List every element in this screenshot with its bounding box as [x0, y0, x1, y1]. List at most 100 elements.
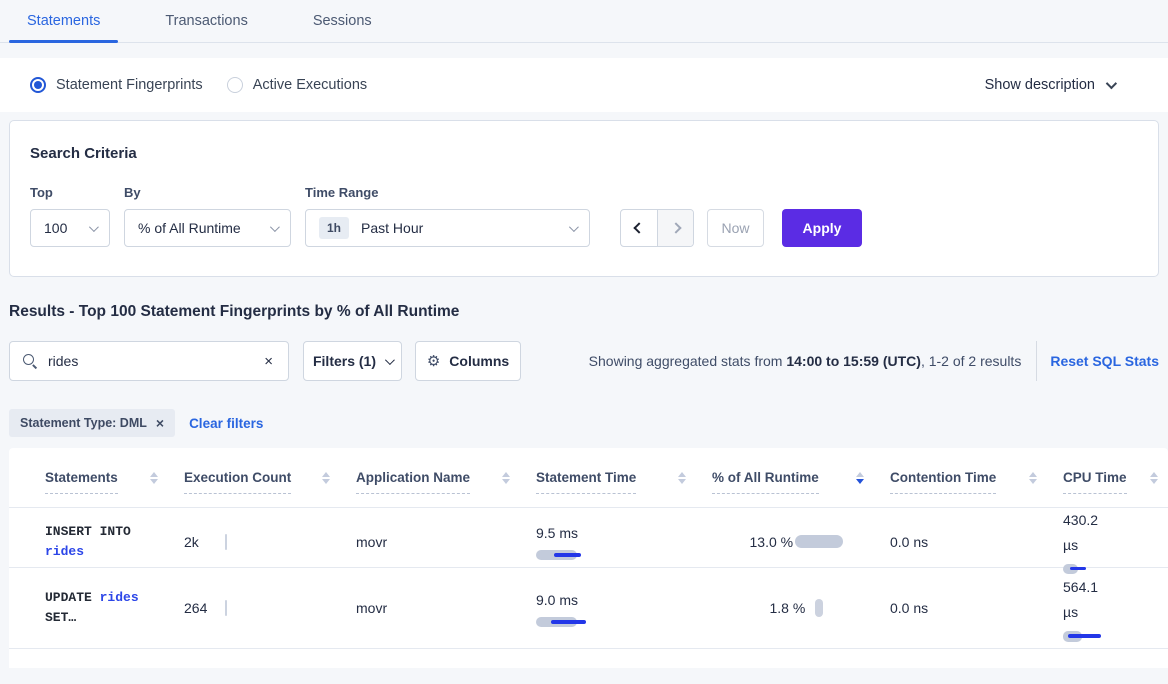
column-header-pct-runtime[interactable]: % of All Runtime — [712, 470, 890, 486]
radio-statement-fingerprints[interactable]: Statement Fingerprints — [30, 77, 203, 93]
statements-table: Statements Execution Count Application N… — [9, 448, 1168, 668]
columns-button-label: Columns — [449, 353, 509, 369]
table-header-row: Statements Execution Count Application N… — [9, 448, 1168, 508]
time-range-field: Time Range 1h Past Hour — [305, 185, 590, 247]
execution-count-value: 264 — [184, 600, 346, 616]
time-prev-button[interactable] — [621, 210, 657, 246]
vertical-divider — [1036, 341, 1037, 381]
top-label: Top — [30, 185, 110, 200]
column-header-execution-count[interactable]: Execution Count — [184, 470, 356, 486]
clear-search-icon[interactable]: × — [262, 353, 275, 370]
sort-icon — [1150, 472, 1158, 484]
top-tab-bar: Statements Transactions Sessions — [0, 0, 1168, 43]
sort-icon — [150, 472, 158, 484]
contention-time-cell: 0.0 ns — [890, 508, 1063, 575]
execution-count-value: 2k — [184, 534, 346, 550]
execution-count-cell: 264 — [184, 568, 356, 648]
time-nav-group — [620, 209, 694, 247]
statement-suffix: SET… — [45, 608, 174, 628]
results-controls-row: × Filters (1) ⚙ Columns Showing aggregat… — [9, 341, 1159, 381]
radio-label: Active Executions — [253, 77, 367, 93]
table-row: UPDATE rides SET… 264 movr 9.0 ms 1.8 % — [9, 568, 1168, 649]
show-description-label: Show description — [985, 77, 1095, 93]
by-label: By — [124, 185, 291, 200]
execution-count-bar — [225, 534, 227, 550]
execution-count-bar — [225, 600, 227, 616]
cpu-time-cell: 564.1 µs — [1063, 568, 1168, 648]
statements-page: Statements Transactions Sessions Stateme… — [0, 0, 1168, 684]
sort-icon — [1029, 472, 1037, 484]
column-header-cpu-time[interactable]: CPU Time — [1063, 470, 1168, 486]
cpu-time-bar — [1063, 564, 1158, 575]
columns-button[interactable]: ⚙ Columns — [415, 341, 521, 381]
statement-time-value: 9.5 ms — [536, 522, 702, 544]
now-button[interactable]: Now — [707, 209, 764, 247]
statement-table-link[interactable]: rides — [100, 590, 139, 605]
view-toggle-bar: Statement Fingerprints Active Executions… — [0, 58, 1168, 112]
cpu-time-value: 430.2 µs — [1063, 508, 1111, 558]
radio-active-executions[interactable]: Active Executions — [227, 77, 367, 93]
filters-button-label: Filters (1) — [313, 353, 376, 369]
contention-time-value: 0.0 ns — [890, 534, 1053, 550]
statement-keyword: UPDATE rides — [45, 588, 174, 608]
column-header-application-name[interactable]: Application Name — [356, 470, 536, 486]
application-name-cell: movr — [356, 568, 536, 648]
chevron-down-icon — [1106, 78, 1117, 89]
statement-time-value: 9.0 ms — [536, 589, 702, 611]
search-criteria-panel: Search Criteria Top 100 By % of All Runt… — [9, 120, 1159, 277]
cpu-time-cell: 430.2 µs — [1063, 508, 1168, 575]
statement-cell[interactable]: INSERT INTO rides — [9, 508, 184, 575]
chevron-down-icon — [270, 222, 280, 232]
show-description-toggle[interactable]: Show description — [985, 77, 1138, 93]
by-field: By % of All Runtime — [124, 185, 291, 247]
pct-runtime-value: 1.8 % — [770, 595, 815, 621]
column-header-statements[interactable]: Statements — [9, 470, 184, 486]
contention-time-cell: 0.0 ns — [890, 568, 1063, 648]
by-select[interactable]: % of All Runtime — [124, 209, 291, 247]
statement-cell[interactable]: UPDATE rides SET… — [9, 568, 184, 648]
time-range-select[interactable]: 1h Past Hour — [305, 209, 590, 247]
chevron-down-icon — [569, 222, 579, 232]
statement-time-cell: 9.5 ms — [536, 508, 712, 575]
reset-sql-stats-link[interactable]: Reset SQL Stats — [1050, 353, 1159, 369]
time-range-badge: 1h — [319, 217, 349, 239]
sort-icon — [322, 472, 330, 484]
time-next-button[interactable] — [657, 210, 693, 246]
apply-button[interactable]: Apply — [782, 209, 862, 247]
clear-filters-link[interactable]: Clear filters — [189, 416, 263, 431]
column-header-contention-time[interactable]: Contention Time — [890, 470, 1063, 486]
pct-runtime-cell: 1.8 % — [712, 568, 890, 648]
pct-runtime-value: 13.0 % — [750, 529, 795, 555]
statement-search-box: × — [9, 341, 289, 381]
filters-button[interactable]: Filters (1) — [303, 341, 402, 381]
sort-icon — [502, 472, 510, 484]
tab-statements[interactable]: Statements — [9, 13, 118, 42]
search-icon — [23, 354, 38, 369]
pct-runtime-bar — [815, 599, 823, 617]
search-input[interactable] — [48, 353, 262, 369]
top-select[interactable]: 100 — [30, 209, 110, 247]
execution-count-cell: 2k — [184, 508, 356, 575]
pct-runtime-cell: 13.0 % — [712, 508, 890, 575]
filter-chip-statement-type[interactable]: Statement Type: DML × — [9, 409, 175, 437]
statement-time-bar — [536, 617, 702, 628]
sort-icon — [678, 472, 686, 484]
column-header-statement-time[interactable]: Statement Time — [536, 470, 712, 486]
chevron-down-icon — [385, 355, 395, 365]
radio-label: Statement Fingerprints — [56, 77, 203, 93]
statement-table-link[interactable]: rides — [45, 542, 174, 562]
results-heading: Results - Top 100 Statement Fingerprints… — [9, 303, 1168, 321]
tab-transactions[interactable]: Transactions — [147, 13, 265, 42]
gear-icon: ⚙ — [427, 354, 440, 369]
chevron-right-icon — [670, 222, 681, 233]
by-select-value: % of All Runtime — [138, 220, 241, 236]
application-name-value: movr — [356, 600, 526, 616]
statement-keyword: INSERT INTO — [45, 522, 174, 542]
radio-selected-icon — [30, 77, 46, 93]
table-row: INSERT INTO rides 2k movr 9.5 ms 13.0 % — [9, 508, 1168, 568]
remove-filter-icon[interactable]: × — [156, 416, 164, 430]
search-criteria-title: Search Criteria — [30, 145, 1138, 162]
contention-time-value: 0.0 ns — [890, 600, 1053, 616]
tab-sessions[interactable]: Sessions — [295, 13, 390, 42]
filter-chips-row: Statement Type: DML × Clear filters — [9, 409, 1159, 437]
